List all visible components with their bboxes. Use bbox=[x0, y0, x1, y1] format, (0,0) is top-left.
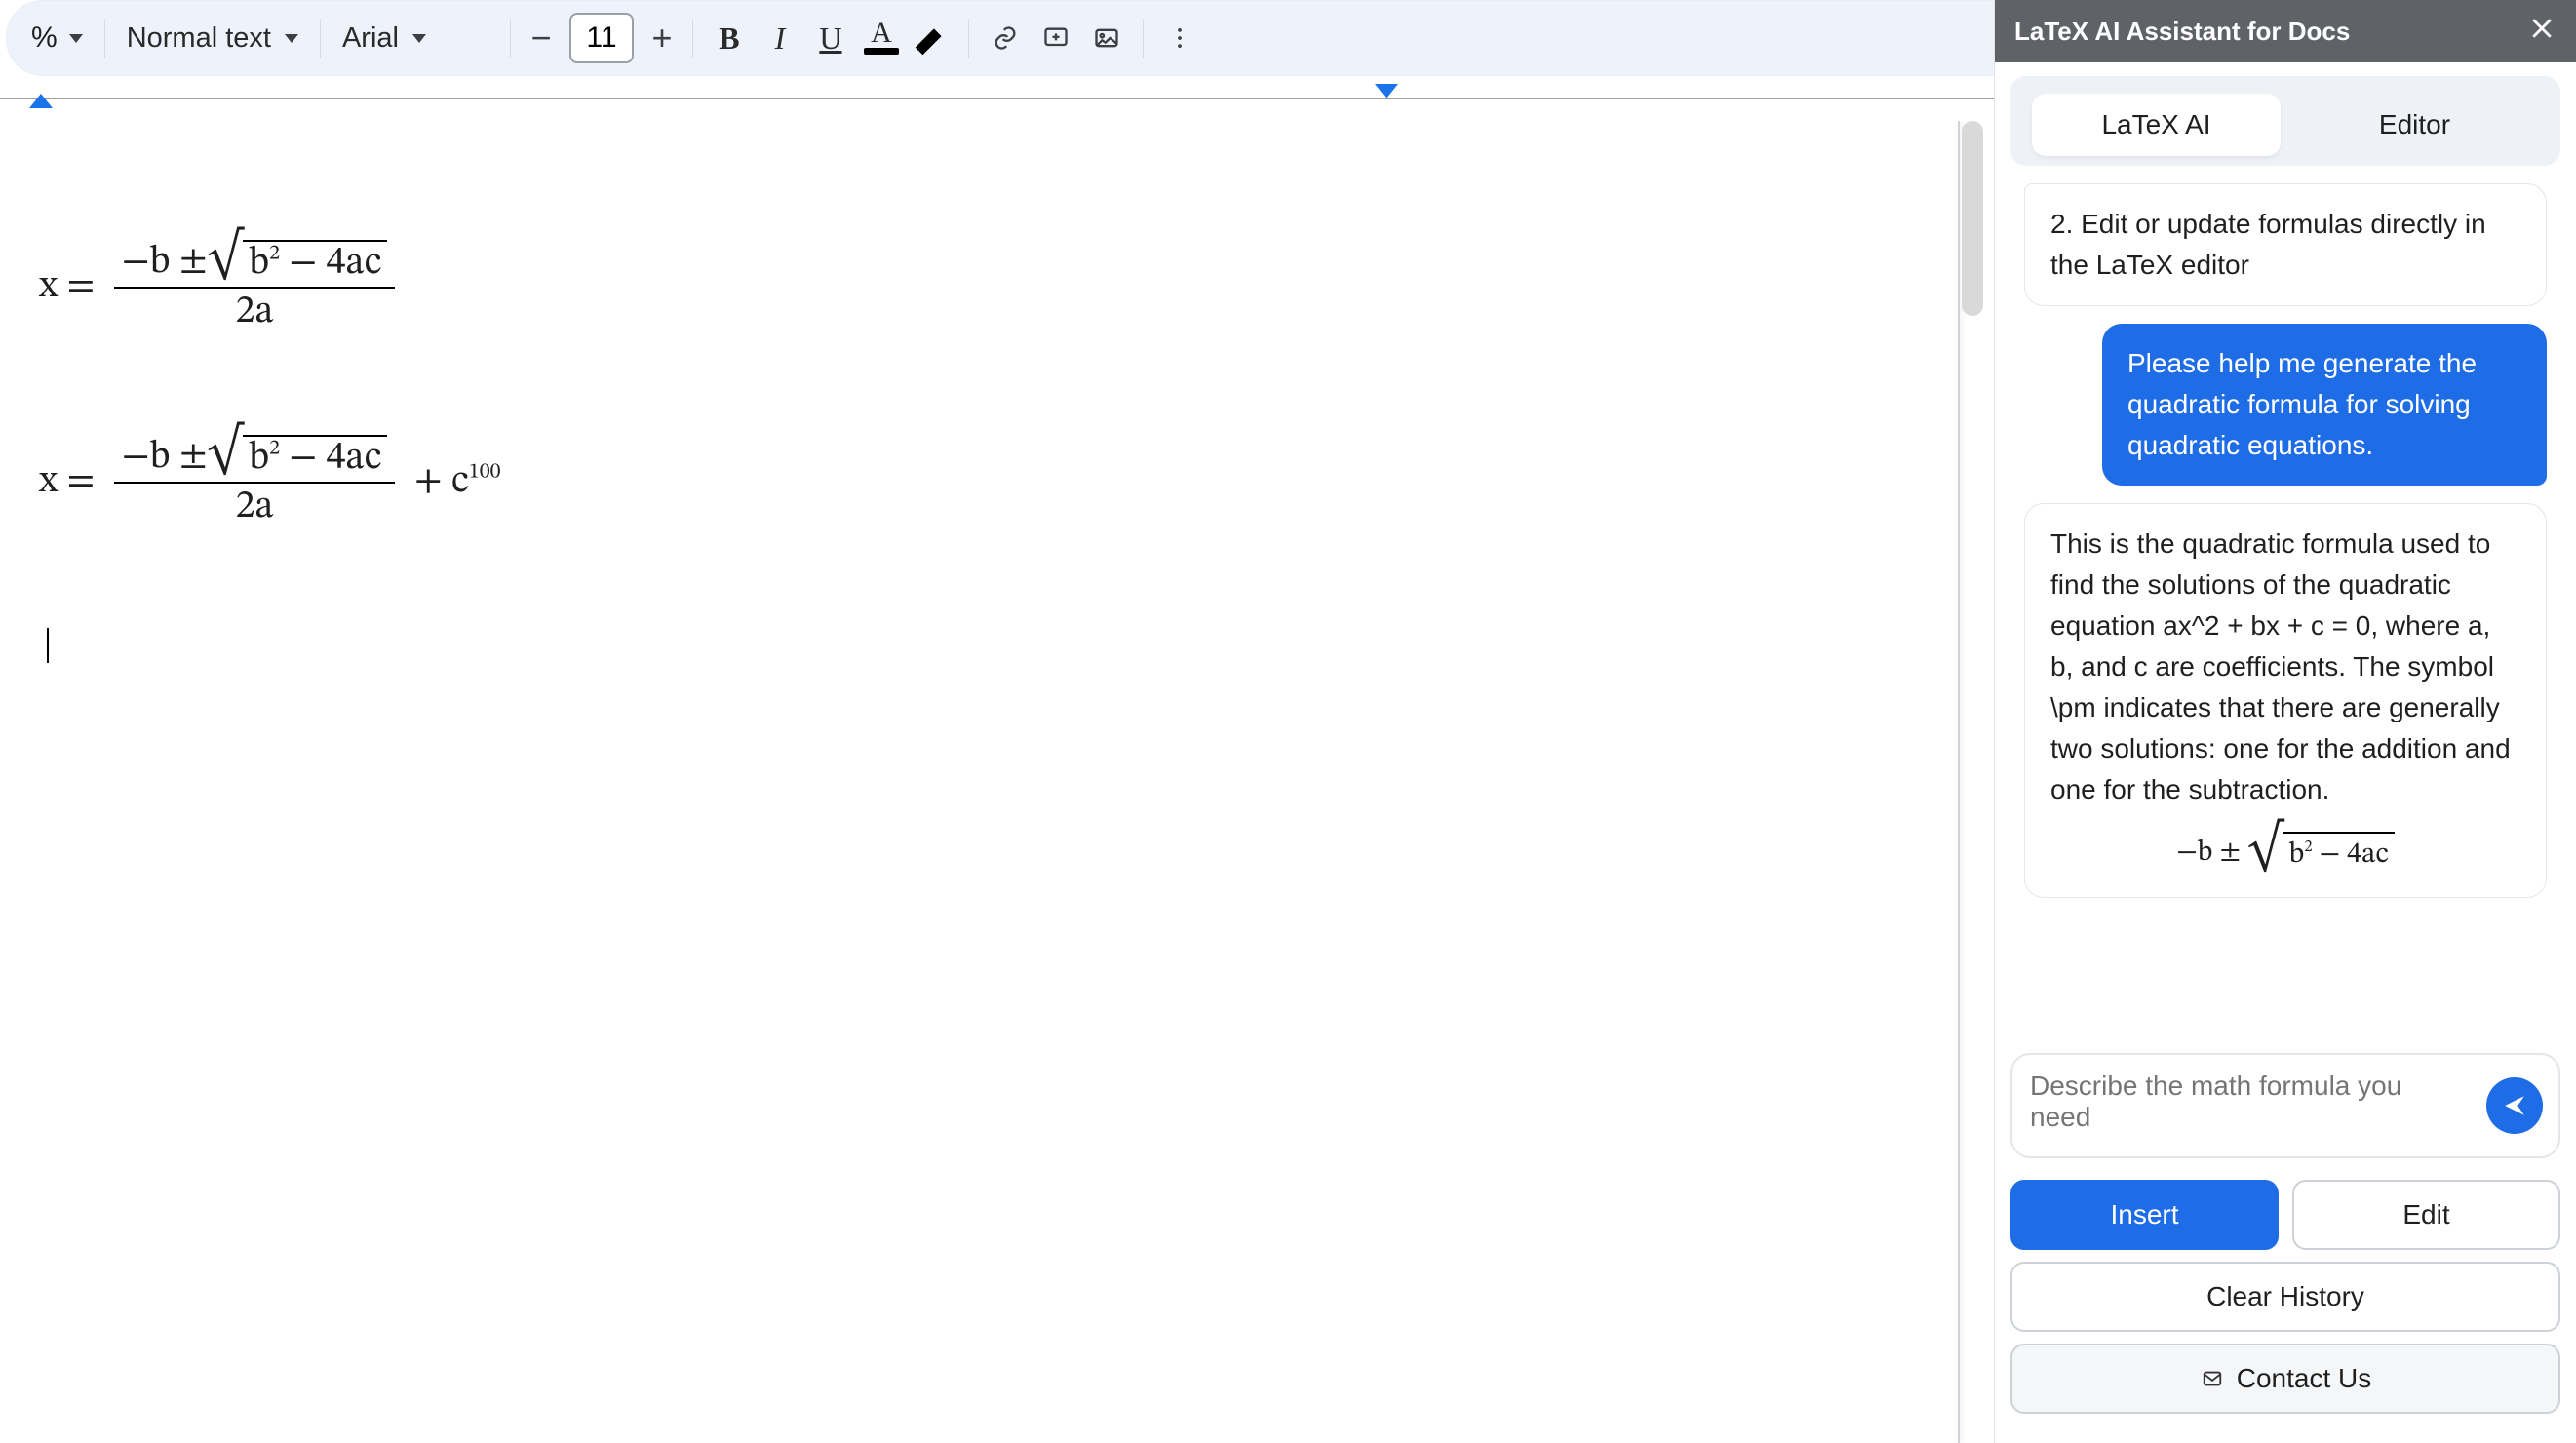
prompt-box bbox=[2010, 1053, 2560, 1158]
paragraph-style-dropdown[interactable]: Normal text bbox=[119, 22, 306, 55]
prompt-textarea[interactable] bbox=[2028, 1069, 2471, 1143]
formula-1-sqrt-b: b bbox=[249, 244, 269, 283]
formula-1-prefix: x = bbox=[39, 267, 95, 306]
separator bbox=[968, 19, 969, 58]
formula-1-denominator: 2a bbox=[228, 289, 282, 335]
latex-ai-panel: LaTeX AI Assistant for Docs LaTeX AI Edi… bbox=[1994, 0, 2576, 1443]
text-cursor bbox=[39, 628, 1925, 663]
font-family-dropdown[interactable]: Arial bbox=[334, 22, 496, 55]
image-icon bbox=[1093, 24, 1120, 52]
page-right-edge bbox=[1958, 121, 1960, 1443]
insert-button[interactable]: Insert bbox=[2010, 1180, 2279, 1250]
user-message-text: Please help me generate the quadratic fo… bbox=[2127, 348, 2477, 460]
italic-button[interactable]: I bbox=[758, 16, 802, 60]
separator bbox=[1143, 19, 1144, 58]
separator bbox=[510, 19, 511, 58]
formula-2-sqrt-b: b bbox=[249, 439, 269, 478]
underline-button[interactable]: U bbox=[808, 16, 853, 60]
sqrt-icon: √ bbox=[208, 240, 244, 285]
mail-icon bbox=[2200, 1368, 2225, 1389]
tab-editor[interactable]: Editor bbox=[2290, 94, 2539, 156]
text-color-glyph: A bbox=[871, 22, 892, 44]
close-icon bbox=[2527, 14, 2556, 43]
formula-1-numerator-lead: −b ± bbox=[122, 241, 208, 284]
insert-group bbox=[983, 16, 1129, 60]
chat-area: 2. Edit or update formulas directly in t… bbox=[1995, 179, 2576, 1037]
insert-link-button[interactable] bbox=[983, 16, 1028, 60]
clear-history-button[interactable]: Clear History bbox=[2010, 1262, 2560, 1332]
kebab-icon bbox=[1166, 24, 1193, 52]
document-area[interactable]: x = −b ± √ b2 − 4ac 2a bbox=[0, 121, 1995, 1443]
highlighter-icon bbox=[910, 16, 955, 60]
zoom-dropdown[interactable]: % bbox=[23, 16, 91, 60]
send-button[interactable] bbox=[2486, 1077, 2543, 1134]
insert-comment-button[interactable] bbox=[1034, 16, 1078, 60]
contact-us-button[interactable]: Contact Us bbox=[2010, 1344, 2560, 1414]
contact-us-label: Contact Us bbox=[2237, 1363, 2372, 1394]
sqrt-icon: √ bbox=[208, 435, 244, 480]
formula-1-sqrt-tail: − 4ac bbox=[280, 244, 381, 283]
formula-2-numerator-lead: −b ± bbox=[122, 436, 208, 479]
chevron-down-icon bbox=[69, 34, 83, 43]
comment-add-icon bbox=[1042, 24, 1070, 52]
link-icon bbox=[992, 24, 1019, 52]
send-icon bbox=[2502, 1093, 2527, 1118]
assistant-formula-lead: −b ± bbox=[2176, 838, 2247, 868]
assistant-tip-text: 2. Edit or update formulas directly in t… bbox=[2050, 209, 2486, 280]
panel-header: LaTeX AI Assistant for Docs bbox=[1995, 0, 2576, 62]
assistant-message-text: This is the quadratic formula used to fi… bbox=[2050, 528, 2511, 804]
separator bbox=[320, 19, 321, 58]
assistant-formula-sqrt-b: b bbox=[2289, 840, 2305, 870]
formula-2-tail-exp: 100 bbox=[469, 462, 501, 484]
bold-button[interactable]: B bbox=[707, 16, 752, 60]
text-style-group: B I U A bbox=[707, 16, 955, 60]
ruler[interactable] bbox=[0, 76, 1995, 121]
formula-2-prefix: x = bbox=[39, 462, 95, 501]
more-button[interactable] bbox=[1157, 16, 1202, 60]
assistant-formula-sqrt-exp: 2 bbox=[2304, 838, 2312, 855]
decrease-font-size-button[interactable]: − bbox=[525, 18, 558, 58]
paragraph-style-label: Normal text bbox=[127, 22, 271, 55]
formula-2-denominator: 2a bbox=[228, 484, 282, 530]
italic-glyph: I bbox=[775, 20, 786, 57]
insert-image-button[interactable] bbox=[1084, 16, 1129, 60]
close-panel-button[interactable] bbox=[2527, 14, 2556, 49]
chevron-down-icon bbox=[285, 34, 298, 43]
formula-2-sqrt-tail: − 4ac bbox=[280, 439, 381, 478]
formula-2-tail-plus: + c bbox=[414, 462, 469, 501]
font-size-input[interactable] bbox=[569, 13, 634, 63]
panel-title: LaTeX AI Assistant for Docs bbox=[2014, 17, 2350, 47]
edit-button[interactable]: Edit bbox=[2292, 1180, 2560, 1250]
ruler-line bbox=[0, 98, 1995, 99]
font-family-label: Arial bbox=[342, 22, 399, 55]
assistant-message: This is the quadratic formula used to fi… bbox=[2024, 503, 2547, 898]
separator bbox=[104, 19, 105, 58]
user-message: Please help me generate the quadratic fo… bbox=[2102, 324, 2547, 486]
formula-1[interactable]: x = −b ± √ b2 − 4ac 2a bbox=[39, 238, 1925, 335]
formula-2[interactable]: x = −b ± √ b2 − 4ac 2a + c100 bbox=[39, 433, 1925, 530]
assistant-tip-message: 2. Edit or update formulas directly in t… bbox=[2024, 183, 2547, 306]
prompt-input-area bbox=[1995, 1037, 2576, 1174]
panel-tabs: LaTeX AI Editor bbox=[2010, 76, 2560, 166]
bold-glyph: B bbox=[719, 20, 739, 57]
tab-latex-ai[interactable]: LaTeX AI bbox=[2032, 94, 2281, 156]
assistant-formula-preview: −b ± √b2 − 4ac bbox=[2050, 832, 2520, 878]
text-color-swatch bbox=[864, 48, 899, 55]
underline-glyph: U bbox=[819, 20, 841, 57]
formula-2-sqrt-exp: 2 bbox=[269, 439, 280, 460]
text-color-button[interactable]: A bbox=[859, 16, 904, 60]
zoom-value: % bbox=[31, 21, 58, 55]
increase-font-size-button[interactable]: + bbox=[645, 18, 679, 58]
assistant-formula-sqrt-tail: − 4ac bbox=[2313, 840, 2389, 870]
left-indent-marker[interactable] bbox=[29, 94, 53, 108]
highlight-button[interactable] bbox=[910, 16, 955, 60]
font-size-control: − + bbox=[525, 13, 679, 63]
document-body[interactable]: x = −b ± √ b2 − 4ac 2a bbox=[0, 121, 1964, 702]
separator bbox=[692, 19, 693, 58]
vertical-scrollbar-thumb[interactable] bbox=[1962, 121, 1983, 316]
chevron-down-icon bbox=[412, 34, 426, 43]
right-indent-marker[interactable] bbox=[1375, 84, 1398, 98]
sqrt-icon: √ bbox=[2247, 832, 2283, 878]
formula-1-sqrt-exp: 2 bbox=[269, 244, 280, 265]
